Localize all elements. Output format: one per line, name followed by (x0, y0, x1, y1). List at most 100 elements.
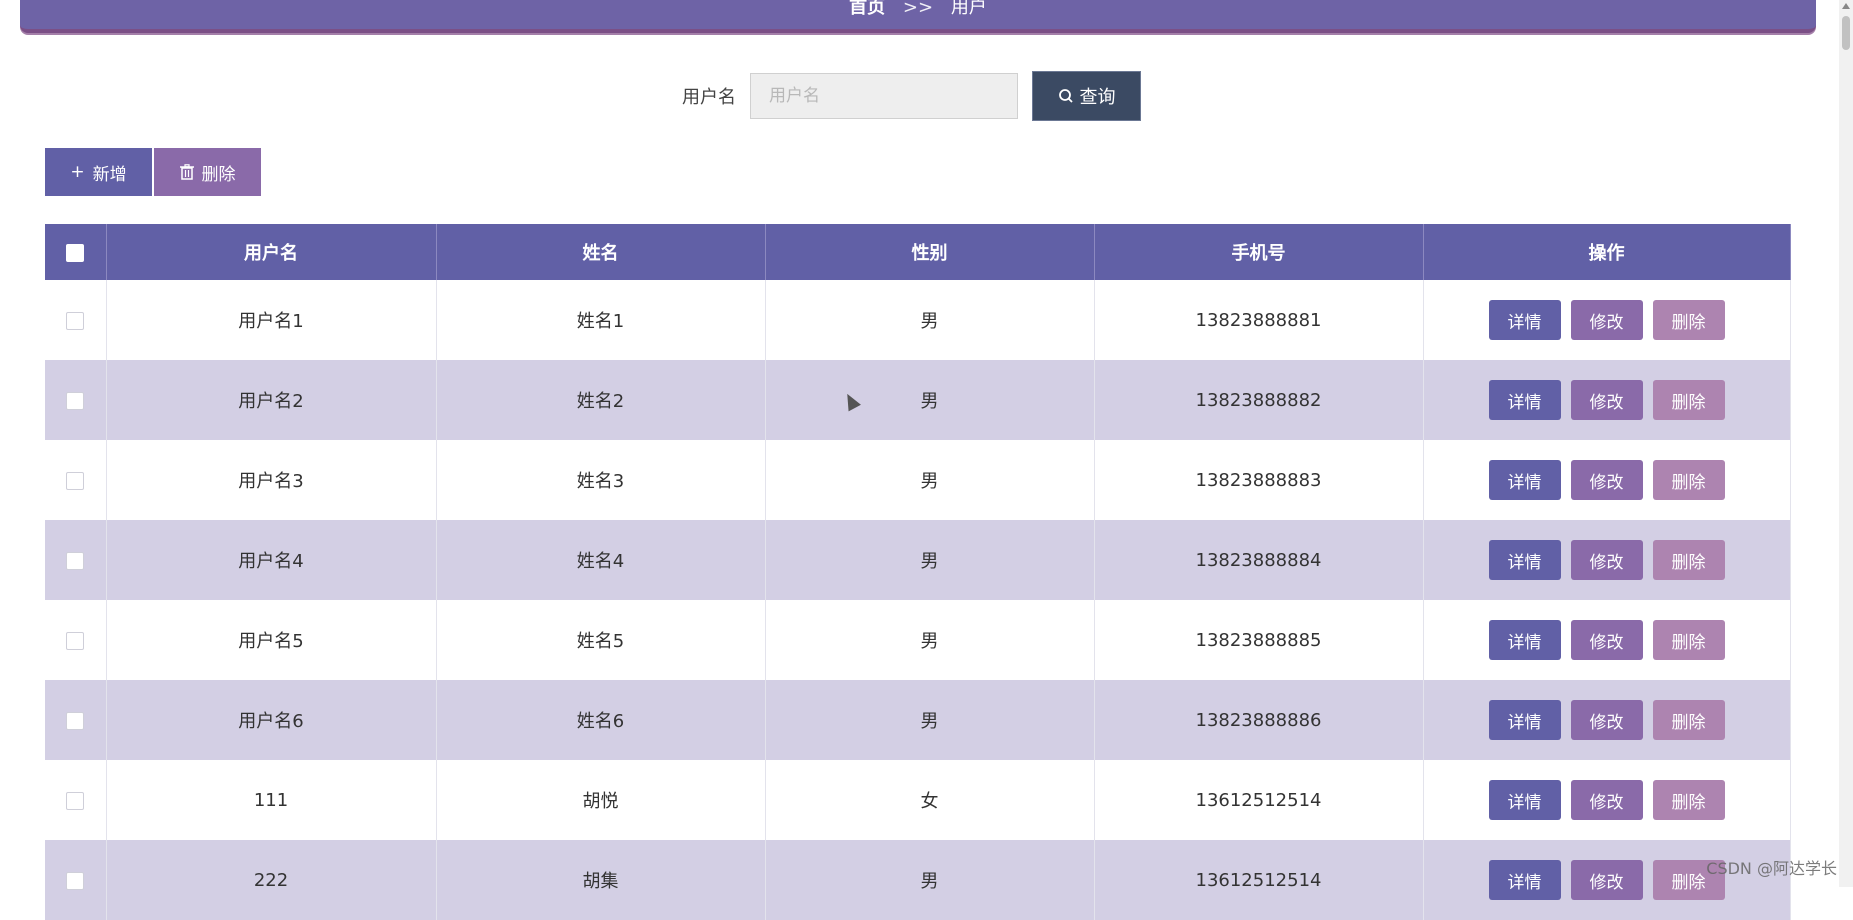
row-checkbox[interactable] (66, 711, 85, 730)
actions-cell: 详情 修改 删除 (1423, 600, 1791, 680)
delete-button[interactable]: 删除 (1652, 700, 1725, 740)
username-label: 用户名 (682, 87, 736, 108)
gender-cell: 男 (765, 440, 1095, 520)
edit-button[interactable]: 修改 (1570, 380, 1643, 420)
breadcrumb-home[interactable]: 首页 (849, 0, 885, 18)
table-row: 111 胡悦女 13612512514 详情 修改 删除 (45, 760, 1791, 840)
watermark: CSDN @阿达学长 (1706, 859, 1837, 878)
detail-button[interactable]: 详情 (1488, 300, 1561, 340)
row-checkbox[interactable] (66, 471, 85, 490)
phone-cell: 13612512514 (1094, 840, 1424, 920)
delete-button[interactable]: 删除 (1652, 380, 1725, 420)
breadcrumb-separator: >> (902, 0, 934, 18)
phone-cell: 13823888882 (1094, 360, 1424, 440)
actions-cell: 详情 修改 删除 (1423, 280, 1791, 360)
detail-button[interactable]: 详情 (1488, 780, 1561, 820)
actions-cell: 详情 修改 删除 (1423, 440, 1791, 520)
table-row: 用户名5 姓名5 男 13823888885 详情 修改 删除 (45, 600, 1791, 680)
actions-cell: 详情 修改 删除 (1423, 360, 1791, 440)
edit-button[interactable]: 修改 (1570, 780, 1643, 820)
table-row: 用户名2 姓名2 男 13823888882 详情 修改 删除 (45, 360, 1791, 440)
detail-button[interactable]: 详情 (1488, 540, 1561, 580)
phone-cell: 13612512514 (1094, 760, 1424, 840)
delete-button[interactable]: 删除 (1652, 460, 1725, 500)
edit-button[interactable]: 修改 (1570, 860, 1643, 900)
row-checkbox[interactable] (66, 551, 85, 570)
edit-button[interactable]: 修改 (1570, 540, 1643, 580)
row-select-cell (45, 680, 107, 760)
actions-cell: 详情 修改 删除 (1423, 680, 1791, 760)
username-cell: 111 (106, 760, 437, 840)
scroll-up-icon[interactable] (1842, 3, 1850, 9)
name-cell: 姓名5 (436, 600, 766, 680)
detail-button[interactable]: 详情 (1488, 860, 1561, 900)
table-row: 222 胡集男 13612512514 详情 修改 删除 (45, 840, 1791, 920)
detail-button[interactable]: 详情 (1488, 700, 1561, 740)
delete-button[interactable]: 删除 (1652, 540, 1725, 580)
scrollbar[interactable] (1839, 0, 1853, 887)
query-button[interactable]: 查询 (1032, 71, 1141, 121)
row-select-cell (45, 440, 107, 520)
select-all-cell (45, 224, 107, 280)
name-cell: 姓名4 (436, 520, 766, 600)
batch-delete-button-label: 删除 (201, 164, 236, 185)
row-select-cell (45, 520, 107, 600)
edit-button[interactable]: 修改 (1570, 620, 1643, 660)
name-cell: 姓名6 (436, 680, 766, 760)
table-row: 用户名6 姓名6 男 13823888886 详情 修改 删除 (45, 680, 1791, 760)
actions-cell: 详情 修改 删除 (1423, 760, 1791, 840)
username-cell: 用户名3 (106, 440, 437, 520)
name-cell: 姓名3 (436, 440, 766, 520)
table-header: 用户名 姓名 性别 手机号 操作 (45, 224, 1791, 280)
select-all-checkbox[interactable] (66, 243, 85, 262)
plus-icon: + (70, 162, 85, 182)
delete-button[interactable]: 删除 (1652, 780, 1725, 820)
row-checkbox[interactable] (66, 631, 85, 650)
name-cell: 胡集 (436, 840, 766, 920)
gender-cell: 女 (765, 760, 1095, 840)
column-header: 姓名 (436, 224, 766, 280)
gender-cell: 男 (765, 600, 1095, 680)
batch-delete-button[interactable]: 删除 (154, 148, 261, 196)
toolbar: + 新增 删除 (45, 148, 261, 196)
name-cell: 姓名2 (436, 360, 766, 440)
row-checkbox[interactable] (66, 391, 85, 410)
row-checkbox[interactable] (66, 311, 85, 330)
column-header: 手机号 (1094, 224, 1424, 280)
table-row: 用户名1 姓名1 男 13823888881 详情 修改 删除 (45, 280, 1791, 360)
row-select-cell (45, 840, 107, 920)
column-header: 操作 (1423, 224, 1791, 280)
search-bar: 用户名 查询 (682, 71, 1141, 121)
gender-cell: 男 (765, 680, 1095, 760)
row-checkbox[interactable] (66, 791, 85, 810)
column-header: 性别 (765, 224, 1095, 280)
row-select-cell (45, 280, 107, 360)
name-cell: 姓名1 (436, 280, 766, 360)
gender-cell: 男 (765, 360, 1095, 440)
phone-cell: 13823888884 (1094, 520, 1424, 600)
detail-button[interactable]: 详情 (1488, 620, 1561, 660)
username-cell: 用户名2 (106, 360, 437, 440)
name-cell: 胡悦 (436, 760, 766, 840)
username-search-input[interactable] (750, 73, 1018, 119)
detail-button[interactable]: 详情 (1488, 380, 1561, 420)
breadcrumb-current: 用户 (950, 0, 987, 18)
scrollbar-thumb[interactable] (1842, 16, 1850, 50)
detail-button[interactable]: 详情 (1488, 460, 1561, 500)
gender-cell: 男 (765, 280, 1095, 360)
row-select-cell (45, 600, 107, 680)
username-cell: 用户名6 (106, 680, 437, 760)
user-table: 用户名 姓名 性别 手机号 操作 用户名1 姓名1 男 13823888881 详情 修改… (45, 224, 1791, 920)
add-button[interactable]: + 新增 (45, 148, 152, 196)
query-button-label: 查询 (1079, 87, 1116, 108)
delete-button[interactable]: 删除 (1652, 300, 1725, 340)
username-cell: 用户名4 (106, 520, 437, 600)
username-cell: 222 (106, 840, 437, 920)
search-icon (1058, 89, 1073, 103)
delete-button[interactable]: 删除 (1652, 620, 1725, 660)
phone-cell: 13823888885 (1094, 600, 1424, 680)
edit-button[interactable]: 修改 (1570, 460, 1643, 500)
edit-button[interactable]: 修改 (1570, 300, 1643, 340)
username-cell: 用户名1 (106, 280, 437, 360)
edit-button[interactable]: 修改 (1570, 700, 1643, 740)
